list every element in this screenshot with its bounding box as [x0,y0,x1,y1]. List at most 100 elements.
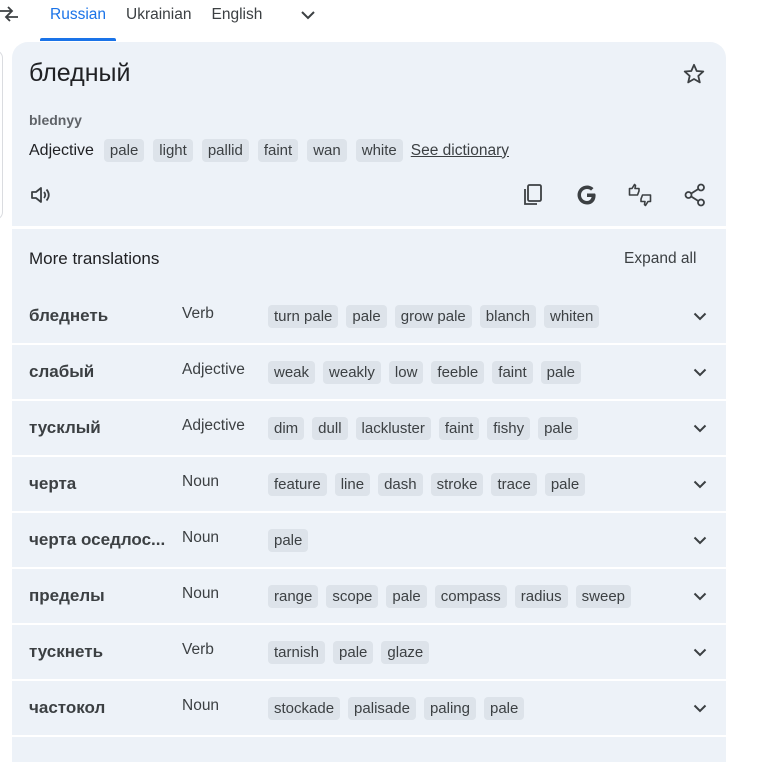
star-icon[interactable] [682,62,706,86]
translation-row[interactable]: частокол Noun stockade palisade paling pale [12,681,726,737]
translation-word: черта оседлос... [29,530,166,549]
tab-english[interactable]: English [201,0,272,36]
translation-chips: feature line dash stroke trace pale [268,473,593,496]
translation-chip[interactable]: stockade [268,697,341,720]
chevron-down-icon[interactable] [688,304,712,328]
see-dictionary-link[interactable]: See dictionary [411,142,509,160]
more-translations-title: More translations [29,249,160,268]
chevron-down-icon[interactable] [688,584,712,608]
synonym-chip[interactable]: white [355,139,403,162]
expand-all-button[interactable]: Expand all [624,250,696,268]
translation-chip[interactable]: range [268,585,319,608]
translation-word: бледнеть [29,306,109,325]
translation-row[interactable]: слабый Adjective weak weakly low feeble faint p… [12,345,726,401]
translation-word: тусклый [29,418,101,437]
translated-word: бледный [29,59,131,87]
translation-chip[interactable]: pale [540,361,581,384]
more-translations-list: бледнеть Verb turn pale pale grow pale blanch… [12,289,726,737]
translation-part-of-speech: Verb [182,305,214,322]
part-of-speech: Adjective [29,141,94,159]
translation-chip[interactable]: pale [333,641,374,664]
translation-chip[interactable]: scope [326,585,379,608]
source-panel-edge [0,50,3,220]
translation-chips: turn pale pale grow pale blanch whiten [268,305,607,328]
translation-part-of-speech: Adjective [182,417,245,434]
chevron-down-icon[interactable] [688,360,712,384]
share-icon[interactable] [682,182,708,208]
translation-chip[interactable]: weakly [323,361,381,384]
translation-chip[interactable]: lackluster [355,417,431,440]
swap-languages-icon[interactable] [0,4,20,24]
synonym-chip[interactable]: faint [257,139,299,162]
translation-part-of-speech: Noun [182,473,220,490]
translation-chip[interactable]: palisade [348,697,416,720]
rate-translation-icon[interactable] [627,182,653,208]
transliteration: blednyy [29,112,82,128]
translation-row[interactable]: тускнеть Verb tarnish pale glaze [12,625,726,681]
translation-chips: weak weakly low feeble faint pale [268,361,589,384]
translation-chip[interactable]: low [388,361,424,384]
translation-row[interactable]: черта оседлос... Noun pale [12,513,726,569]
translation-chip[interactable]: stroke [430,473,484,496]
translation-card: бледный blednyy Adjective pale light palli… [12,42,726,762]
translation-chip[interactable]: glaze [381,641,430,664]
synonym-chip[interactable]: wan [307,139,347,162]
translation-word: черта [29,474,77,493]
translation-chip[interactable]: turn pale [268,305,339,328]
translation-row[interactable]: пределы Noun range scope pale compass radius sw… [12,569,726,625]
translation-chip[interactable]: sweep [575,585,632,608]
chevron-down-icon[interactable] [688,416,712,440]
translation-chip[interactable]: dim [268,417,305,440]
translation-chip[interactable]: faint [492,361,533,384]
translation-chip[interactable]: fishy [487,417,531,440]
translation-chip[interactable]: radius [514,585,568,608]
more-translations-header: More translations Expand all [12,229,726,285]
google-icon[interactable] [574,182,600,208]
translation-row[interactable]: тусклый Adjective dim dull lackluster faint fi… [12,401,726,457]
speaker-icon[interactable] [28,182,54,208]
translation-chip[interactable]: pale [538,417,579,440]
translation-chip[interactable]: faint [438,417,480,440]
translation-chip[interactable]: dash [378,473,423,496]
chevron-down-icon[interactable] [688,472,712,496]
copy-icon[interactable] [520,182,546,208]
chevron-down-icon[interactable] [688,640,712,664]
translation-chip[interactable]: feature [268,473,327,496]
chevron-down-icon[interactable] [688,696,712,720]
translation-chip[interactable]: feeble [431,361,485,384]
translation-chip[interactable]: dull [312,417,348,440]
translation-chip[interactable]: pale [483,697,525,720]
synonym-chip[interactable]: light [153,139,193,162]
synonym-chip[interactable]: pallid [201,139,249,162]
translation-chip[interactable]: trace [491,473,537,496]
translation-part-of-speech: Noun [182,585,220,602]
translation-chip[interactable]: grow pale [394,305,472,328]
translation-chip[interactable]: pale [544,473,586,496]
translation-chips: range scope pale compass radius sweep [268,585,639,608]
translation-chips: stockade palisade paling pale [268,697,532,720]
translation-row[interactable]: бледнеть Verb turn pale pale grow pale blanch… [12,289,726,345]
translation-chip[interactable]: weak [268,361,316,384]
chevron-down-icon[interactable] [688,528,712,552]
translation-chip[interactable]: line [334,473,371,496]
translation-word: пределы [29,586,105,605]
translation-chips: dim dull lackluster faint fishy pale [268,417,586,440]
synonym-chip[interactable]: pale [103,139,145,162]
translation-chip[interactable]: tarnish [268,641,326,664]
translation-word: слабый [29,362,95,381]
chevron-down-icon[interactable] [296,3,320,27]
translation-part-of-speech: Noun [182,697,220,714]
translation-word: частокол [29,698,106,717]
translation-part-of-speech: Adjective [182,361,245,378]
translation-chip[interactable]: whiten [543,305,600,328]
tab-ukrainian[interactable]: Ukrainian [116,0,201,36]
translation-chip[interactable]: pale [268,529,309,552]
translation-chips: tarnish pale glaze [268,641,437,664]
translation-chip[interactable]: pale [386,585,427,608]
translation-chip[interactable]: blanch [479,305,536,328]
translation-chip[interactable]: compass [434,585,507,608]
translation-row[interactable]: черта Noun feature line dash stroke trace pale [12,457,726,513]
tab-russian[interactable]: Russian [40,0,116,41]
translation-chip[interactable]: pale [346,305,387,328]
translation-chip[interactable]: paling [423,697,476,720]
